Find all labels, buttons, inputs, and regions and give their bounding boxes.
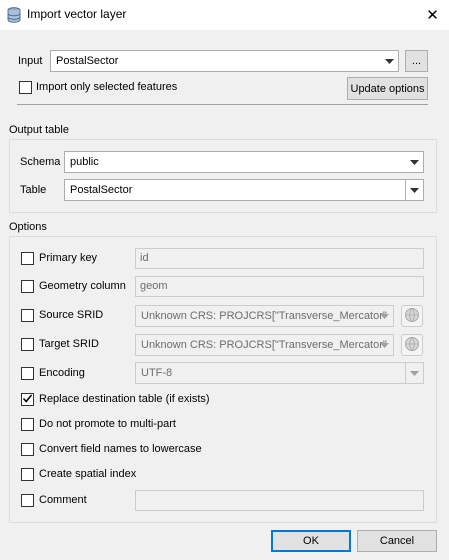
source-crs-select-button[interactable]: [401, 305, 423, 327]
geometry-column-field[interactable]: geom: [135, 276, 424, 297]
geometry-column-checkbox[interactable]: [21, 280, 34, 293]
target-srid-value: Unknown CRS: PROJCRS["Transverse_Mercato…: [141, 339, 387, 351]
browse-button-label: ...: [411, 55, 422, 67]
ok-button-label: OK: [303, 535, 319, 547]
comment-field[interactable]: [135, 490, 424, 511]
source-srid-value: Unknown CRS: PROJCRS["Transverse_Mercato…: [141, 310, 387, 322]
lowercase-checkbox[interactable]: [21, 443, 34, 456]
browse-button[interactable]: ...: [405, 50, 428, 72]
selected-only-checkbox[interactable]: [19, 81, 32, 94]
target-srid-label: Target SRID: [39, 338, 99, 350]
geometry-column-value: geom: [140, 280, 168, 292]
window-title: Import vector layer: [27, 7, 127, 21]
replace-table-label: Replace destination table (if exists): [39, 393, 210, 405]
target-srid-combo[interactable]: Unknown CRS: PROJCRS["Transverse_Mercato…: [135, 334, 394, 356]
input-label: Input: [18, 55, 43, 67]
no-multipart-label: Do not promote to multi-part: [39, 418, 176, 430]
globe-icon: [404, 307, 420, 326]
chevron-down-icon: [375, 335, 393, 355]
schema-value: public: [70, 156, 99, 168]
close-button[interactable]: ✕: [416, 0, 449, 30]
cancel-button-label: Cancel: [379, 535, 415, 547]
source-srid-checkbox[interactable]: [21, 309, 34, 322]
source-srid-label: Source SRID: [39, 309, 104, 321]
divider: [17, 104, 428, 105]
input-layer-combo[interactable]: PostalSector: [50, 50, 399, 72]
primary-key-value: id: [140, 252, 149, 264]
encoding-value: UTF-8: [141, 367, 173, 379]
output-table-heading: Output table: [9, 124, 69, 136]
primary-key-field[interactable]: id: [135, 248, 424, 269]
source-srid-combo[interactable]: Unknown CRS: PROJCRS["Transverse_Mercato…: [135, 305, 394, 327]
target-crs-select-button[interactable]: [401, 334, 423, 356]
comment-checkbox[interactable]: [21, 494, 34, 507]
table-label: Table: [20, 184, 47, 196]
options-heading: Options: [9, 221, 47, 233]
spatial-index-checkbox[interactable]: [21, 468, 34, 481]
comment-label: Comment: [39, 494, 87, 506]
checkmark-icon: [22, 393, 33, 407]
primary-key-label: Primary key: [39, 252, 98, 264]
schema-combo[interactable]: public: [64, 151, 424, 173]
encoding-combo[interactable]: UTF-8: [135, 362, 424, 384]
close-icon: ✕: [426, 7, 439, 24]
update-options-label: Update options: [350, 82, 425, 95]
primary-key-checkbox[interactable]: [21, 252, 34, 265]
table-value: PostalSector: [70, 184, 133, 196]
update-options-button[interactable]: Update options: [347, 77, 428, 100]
geometry-column-label: Geometry column: [39, 280, 126, 292]
ok-button[interactable]: OK: [271, 530, 351, 552]
target-srid-checkbox[interactable]: [21, 338, 34, 351]
input-layer-value: PostalSector: [56, 55, 119, 67]
chevron-down-icon: [405, 152, 423, 172]
cancel-button[interactable]: Cancel: [357, 530, 437, 552]
no-multipart-checkbox[interactable]: [21, 418, 34, 431]
chevron-down-icon: [380, 51, 398, 71]
schema-label: Schema: [20, 156, 61, 168]
chevron-down-icon: [375, 306, 393, 326]
replace-table-checkbox[interactable]: [21, 393, 34, 406]
selected-only-label: Import only selected features: [36, 81, 178, 93]
database-icon: [7, 7, 21, 23]
encoding-label: Encoding: [39, 367, 85, 379]
globe-icon: [404, 336, 420, 355]
encoding-checkbox[interactable]: [21, 367, 34, 380]
table-combo[interactable]: PostalSector: [64, 179, 424, 201]
chevron-down-icon: [405, 180, 423, 200]
lowercase-label: Convert field names to lowercase: [39, 443, 202, 455]
chevron-down-icon: [405, 363, 423, 383]
spatial-index-label: Create spatial index: [39, 468, 137, 480]
title-bar: Import vector layer ✕: [0, 0, 449, 30]
